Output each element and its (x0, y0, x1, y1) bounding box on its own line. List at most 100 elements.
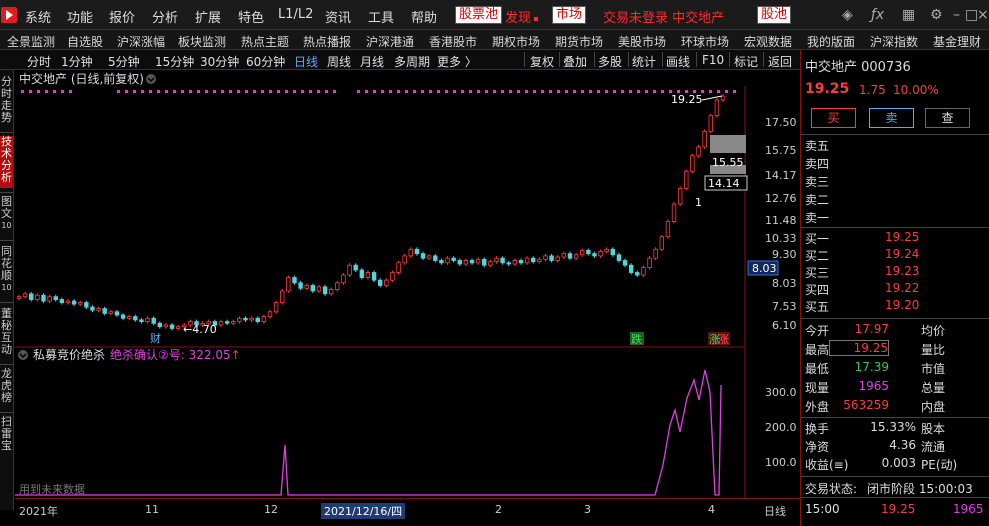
period-60min[interactable]: 60分钟 (246, 53, 285, 69)
period-monthly[interactable]: 月线 (360, 53, 384, 69)
candle-body (665, 221, 671, 238)
draw-line-button[interactable]: 画线 (666, 53, 690, 69)
rail-divider (0, 240, 13, 241)
menu-special[interactable]: 特色 (238, 7, 264, 26)
candle-body (316, 286, 322, 292)
tab-futures[interactable]: 期货市场 (555, 33, 603, 49)
sell-button[interactable]: 卖 (869, 108, 914, 128)
candle-body (653, 248, 658, 259)
bid-2-price[interactable]: 19.24 (885, 247, 919, 261)
layers-icon[interactable]: ◈ (842, 7, 853, 23)
period-30min[interactable]: 30分钟 (200, 53, 239, 69)
candle-body (175, 326, 181, 329)
financial-report-marker[interactable]: 财 (150, 331, 161, 345)
signal-dot (253, 90, 256, 93)
rail-minesweeper[interactable]: 扫雷宝 (0, 416, 13, 456)
drop-marker[interactable]: 跌 (631, 332, 642, 346)
tab-my-layout[interactable]: 我的版面 (807, 33, 855, 49)
candle-body (365, 272, 371, 278)
menu-quote[interactable]: 报价 (109, 7, 135, 26)
rail-tonghuashun[interactable]: 同花顺 10 (0, 246, 13, 298)
period-5min[interactable]: 5分钟 (108, 53, 140, 69)
tab-us-market[interactable]: 美股市场 (618, 33, 666, 49)
tab-options[interactable]: 期权市场 (492, 33, 540, 49)
rail-technical[interactable]: 技术分析 (0, 136, 13, 188)
low-price-label: ←4.70 (183, 323, 217, 336)
bid-4-price[interactable]: 19.22 (885, 281, 919, 295)
candle-body (708, 115, 713, 132)
period-daily[interactable]: 日线 (294, 53, 318, 69)
tab-connect[interactable]: 沪深港通 (366, 33, 414, 49)
overlay-button[interactable]: 叠加 (563, 53, 587, 69)
menu-extend[interactable]: 扩展 (195, 7, 221, 26)
market-button[interactable]: 市场 (552, 6, 587, 24)
candle-body (420, 253, 426, 259)
menu-l1l2[interactable]: L1/L2 (278, 7, 313, 22)
tab-indices[interactable]: 沪深指数 (870, 33, 918, 49)
candle-body (439, 260, 444, 264)
candle-body (482, 258, 487, 266)
period-weekly[interactable]: 周线 (327, 53, 351, 69)
stock-pool-button[interactable]: 股票池 (455, 6, 503, 24)
grid-icon[interactable]: ▦ (902, 7, 915, 23)
candle-body (65, 300, 71, 303)
tab-macro[interactable]: 宏观数据 (744, 33, 792, 49)
period-multi[interactable]: 多周期 (394, 53, 430, 69)
tab-hot-broadcast[interactable]: 热点播报 (303, 33, 351, 49)
pool-button[interactable]: 股池 (757, 6, 792, 24)
kline-chart[interactable]: 中交地产 (日线,前复权) 17.50 15.75 14.17 12.76 11… (15, 70, 800, 510)
menu-tools[interactable]: 工具 (368, 7, 394, 26)
bid-1-price[interactable]: 19.25 (885, 230, 919, 244)
tab-hk-market[interactable]: 香港股市 (429, 33, 477, 49)
period-more[interactable]: 更多 〉 (437, 53, 477, 69)
tab-funds[interactable]: 基金理财 (933, 33, 981, 49)
minimize-icon[interactable]: – (953, 7, 960, 23)
chart-settings-icon[interactable] (146, 74, 156, 84)
rail-graphic-text[interactable]: 图文 10 (0, 196, 13, 236)
tab-overview[interactable]: 全景监测 (7, 33, 55, 49)
rail-intraday[interactable]: 分时走势 (0, 76, 13, 128)
candle-body (659, 236, 664, 250)
bid-3-price[interactable]: 19.23 (885, 264, 919, 278)
menu-analysis[interactable]: 分析 (152, 7, 178, 26)
tab-watchlist[interactable]: 自选股 (67, 33, 103, 49)
signal-dot (141, 90, 144, 93)
candle-body (408, 248, 413, 257)
tab-sh-sz-gainers[interactable]: 沪深涨幅 (117, 33, 165, 49)
rise-marker[interactable]: 涨 (718, 333, 729, 346)
candle-body (488, 261, 493, 266)
candle-body (237, 317, 242, 322)
mark-button[interactable]: 标记 (734, 53, 758, 69)
menu-news[interactable]: 资讯 (325, 7, 351, 26)
y-tick: 7.53 (772, 300, 797, 313)
discover-button[interactable]: 发现 (505, 7, 539, 26)
tab-sector-monitor[interactable]: 板块监测 (178, 33, 226, 49)
menu-system[interactable]: 系统 (25, 7, 51, 26)
tab-hot-topics[interactable]: 热点主题 (241, 33, 289, 49)
multi-stock-button[interactable]: 多股 (598, 53, 622, 69)
price-band-block (710, 135, 746, 153)
period-intraday[interactable]: 分时 (27, 53, 51, 69)
buy-button[interactable]: 买 (811, 108, 856, 128)
tab-global[interactable]: 环球市场 (681, 33, 729, 49)
close-icon[interactable]: × (977, 7, 989, 23)
period-15min[interactable]: 15分钟 (155, 53, 194, 69)
statistics-button[interactable]: 统计 (632, 53, 656, 69)
rail-secretary[interactable]: 董秘互动 (0, 308, 13, 360)
candle-body (249, 317, 254, 321)
signal-dot (597, 90, 600, 93)
query-button[interactable]: 查 (925, 108, 970, 128)
bid-5-price[interactable]: 19.20 (885, 298, 919, 312)
back-button[interactable]: 返回 (768, 53, 792, 69)
rail-dragon-tiger[interactable]: 龙虎榜 (0, 368, 13, 408)
adjust-button[interactable]: 复权 (530, 53, 554, 69)
period-1min[interactable]: 1分钟 (61, 53, 93, 69)
gear-icon[interactable]: ⚙ (930, 7, 943, 23)
indicator-settings-icon[interactable] (18, 350, 28, 360)
menu-function[interactable]: 功能 (67, 7, 93, 26)
menu-help[interactable]: 帮助 (411, 7, 437, 26)
fx-icon[interactable]: ƒx (871, 7, 884, 23)
indicator-up-arrow: ↑ (231, 348, 241, 362)
signal-dot (29, 90, 32, 93)
f10-button[interactable]: F10 (702, 53, 724, 67)
